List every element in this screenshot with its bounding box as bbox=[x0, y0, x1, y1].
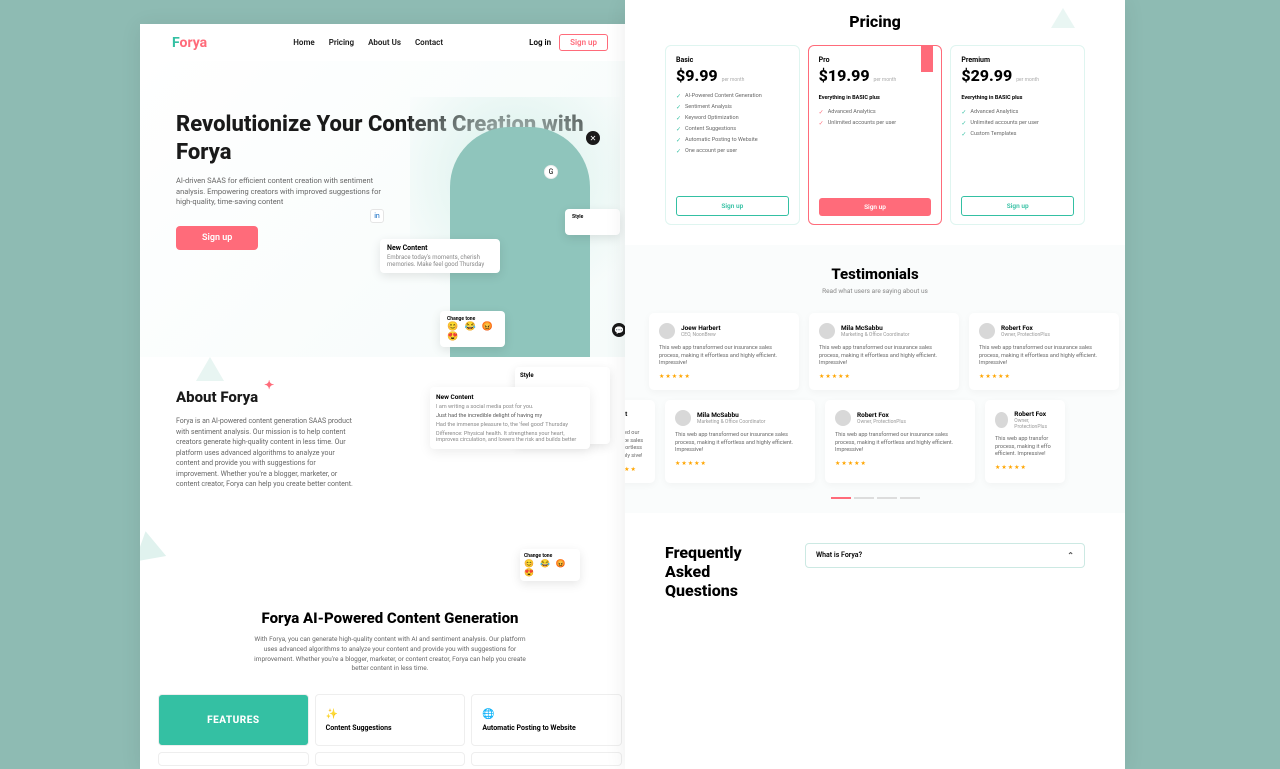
feature-tab-features[interactable]: FEATURES bbox=[158, 694, 309, 746]
new-content-card: New Content Embrace today's moments, che… bbox=[380, 239, 500, 273]
pricing-title: Pricing bbox=[665, 12, 1085, 31]
feature-card[interactable] bbox=[158, 752, 309, 766]
feature-card[interactable] bbox=[315, 752, 466, 766]
plan-pro-signup[interactable]: Sign up bbox=[819, 198, 932, 216]
login-link[interactable]: Log in bbox=[529, 38, 551, 47]
about-body: Forya is an AI-powered content generatio… bbox=[176, 416, 356, 490]
triangle-icon bbox=[196, 357, 224, 381]
nav-home[interactable]: Home bbox=[293, 38, 314, 47]
top-nav: Forya Home Pricing About Us Contact Log … bbox=[140, 24, 640, 61]
sparkle-icon: ✨ bbox=[326, 709, 455, 720]
avatar bbox=[995, 412, 1008, 428]
carousel-pager[interactable] bbox=[625, 497, 1125, 499]
avatar bbox=[819, 323, 835, 339]
testimonial-card: HarberteonBrew ...sformed our insurance … bbox=[625, 400, 655, 483]
testimonial-card: Mila McSabbuMarketing & Office Coordinat… bbox=[809, 313, 959, 390]
chat-icon: 💬 bbox=[612, 323, 626, 337]
faq-section: Frequently Asked Questions What is Forya… bbox=[625, 513, 1125, 601]
chevron-up-icon: ⌃ bbox=[1067, 551, 1074, 560]
popular-ribbon bbox=[921, 46, 933, 72]
style-picker-card: Style bbox=[565, 209, 620, 235]
nav-pricing[interactable]: Pricing bbox=[329, 38, 354, 47]
close-icon: ✕ bbox=[586, 131, 600, 145]
nav-about[interactable]: About Us bbox=[368, 38, 401, 47]
star-icon: ★★★★★ bbox=[819, 373, 949, 380]
plan-basic-signup[interactable]: Sign up bbox=[676, 196, 789, 216]
star-icon: ★★★★★ bbox=[675, 460, 805, 467]
testimonial-card: Robert FoxOwner, ProtectionPlus This web… bbox=[825, 400, 975, 483]
hero-section: Revolutionize Your Content Creation with… bbox=[140, 61, 640, 357]
testimonials-sub: Read what users are saying about us bbox=[625, 287, 1125, 295]
hero-subtitle: AI-driven SAAS for efficient content cre… bbox=[176, 176, 386, 208]
star-icon: ★★★★★ bbox=[625, 466, 645, 473]
star-icon: ★★★★★ bbox=[995, 464, 1055, 471]
feature-content-suggestions[interactable]: ✨ Content Suggestions bbox=[315, 694, 466, 746]
star-icon: ★★★★★ bbox=[835, 460, 965, 467]
avatar bbox=[979, 323, 995, 339]
tone-card: Change tone 😊 😂 😡 😍 bbox=[440, 311, 505, 347]
plan-basic: Basic $9.99 per month AI-Powered Content… bbox=[665, 45, 800, 225]
triangle-icon bbox=[140, 528, 166, 561]
feature-auto-posting[interactable]: 🌐 Automatic Posting to Website bbox=[471, 694, 622, 746]
landing-page-top: Forya Home Pricing About Us Contact Log … bbox=[140, 24, 640, 769]
tone-card: Change tone 😊 😂 😡 😍 bbox=[520, 549, 580, 581]
testimonials-section: Testimonials Read what users are saying … bbox=[625, 245, 1125, 513]
nav-links: Home Pricing About Us Contact bbox=[293, 38, 443, 47]
testimonials-title: Testimonials bbox=[625, 265, 1125, 283]
avatar bbox=[835, 410, 851, 426]
landing-page-bottom: Pricing Basic $9.99 per month AI-Powered… bbox=[625, 0, 1125, 769]
plan-premium: Premium $29.99 per month Everything in B… bbox=[950, 45, 1085, 225]
pricing-section: Pricing Basic $9.99 per month AI-Powered… bbox=[625, 0, 1125, 245]
avatar bbox=[659, 323, 675, 339]
plan-premium-signup[interactable]: Sign up bbox=[961, 196, 1074, 216]
faq-item[interactable]: What is Forya?⌃ bbox=[805, 543, 1085, 568]
feature-card[interactable] bbox=[471, 752, 622, 766]
hero-signup-button[interactable]: Sign up bbox=[176, 226, 258, 250]
signup-button-outline[interactable]: Sign up bbox=[559, 34, 608, 51]
globe-icon: 🌐 bbox=[482, 709, 611, 720]
plan-pro: Pro $19.99 per month Everything in BASIC… bbox=[808, 45, 943, 225]
about-section: About Forya Forya is an AI-powered conte… bbox=[140, 357, 640, 587]
features-sub: With Forya, you can generate high-qualit… bbox=[250, 635, 530, 674]
features-section: Forya AI-Powered Content Generation With… bbox=[140, 587, 640, 766]
avatar bbox=[675, 410, 691, 426]
testimonial-card: Robert FoxOwner, ProtectionPlus This web… bbox=[969, 313, 1119, 390]
nav-contact[interactable]: Contact bbox=[415, 38, 443, 47]
new-content-card: New Content I am writing a social media … bbox=[430, 387, 590, 449]
star-icon: ★★★★★ bbox=[979, 373, 1109, 380]
features-title: Forya AI-Powered Content Generation bbox=[158, 609, 622, 627]
star-icon: ★★★★★ bbox=[659, 373, 789, 380]
testimonial-card: Mila McSabbuMarketing & Office Coordinat… bbox=[665, 400, 815, 483]
google-icon: G bbox=[544, 165, 558, 179]
about-title: About Forya bbox=[176, 388, 258, 406]
faq-title: Frequently Asked Questions bbox=[665, 543, 785, 601]
linkedin-icon: in bbox=[370, 209, 384, 223]
brand-logo[interactable]: Forya bbox=[172, 35, 207, 51]
testimonial-card: Robert FoxOwner, ProtectionPlus This web… bbox=[985, 400, 1065, 483]
testimonial-card: Joew HarbertCEO, NoonBrew This web app t… bbox=[649, 313, 799, 390]
triangle-icon bbox=[1051, 8, 1075, 28]
